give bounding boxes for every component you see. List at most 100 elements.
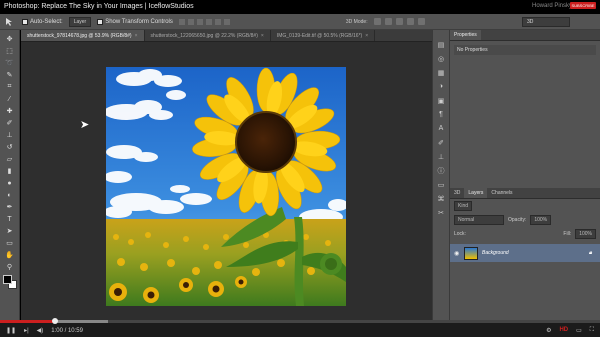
marquee-tool-icon[interactable]: ⬚ [4, 46, 16, 56]
3d-scale-icon[interactable] [417, 18, 425, 25]
options-bar: Auto-Select: Layer Show Transform Contro… [0, 14, 600, 30]
quick-select-tool-icon[interactable]: ✎ [4, 70, 16, 80]
3d-roll-icon[interactable] [384, 18, 392, 25]
pen-tool-icon[interactable]: ✒ [4, 202, 16, 212]
align-middle-icon[interactable] [187, 18, 194, 25]
eraser-tool-icon[interactable]: ▱ [4, 154, 16, 164]
move-tool-icon[interactable] [4, 17, 16, 27]
next-video-icon[interactable]: ▸| [24, 327, 29, 334]
image-canvas[interactable] [106, 67, 346, 306]
info-icon[interactable]: ⓘ [436, 166, 446, 175]
type-tool-icon[interactable]: T [4, 214, 16, 224]
clone-stamp-tool-icon[interactable]: ⊥ [4, 130, 16, 140]
tool-presets-icon[interactable]: ✂ [436, 208, 446, 217]
clone-source-icon[interactable]: ⊥ [436, 152, 446, 161]
crop-tool-icon[interactable]: ⌗ [4, 82, 16, 92]
show-transform-checkbox[interactable] [97, 18, 104, 25]
visibility-eye-icon[interactable]: ◉ [454, 250, 460, 257]
3d-mode-icons [373, 18, 425, 25]
player-right-controls: ⚙ HD ▭ ⛶ [546, 327, 600, 334]
document-tabs: shutterstock_97814678.jpg @ 53.9% (RGB/8… [21, 30, 432, 42]
hand-tool-icon[interactable]: ✋ [4, 250, 16, 260]
tab-3d[interactable]: 3D [450, 188, 464, 198]
play-pause-icon[interactable]: ❚❚ [6, 327, 16, 334]
sunflower-image [106, 67, 346, 306]
document-tab-label: shutterstock_122065650.jpg @ 22.2% (RGB/… [150, 32, 258, 39]
lock-label: Lock: [454, 231, 466, 237]
time-current: 1:00 [51, 327, 63, 334]
dodge-tool-icon[interactable]: ◐ [4, 190, 16, 200]
played-bar [0, 320, 56, 323]
brush-tool-icon[interactable]: ✐ [4, 118, 16, 128]
workspace-dropdown[interactable]: 3D [522, 16, 570, 27]
tab-channels[interactable]: Channels [487, 188, 516, 198]
tab-layers[interactable]: Layers [464, 188, 488, 198]
paragraph-icon[interactable]: ¶ [436, 110, 446, 119]
blur-tool-icon[interactable]: ● [4, 178, 16, 188]
fullscreen-icon[interactable]: ⛶ [590, 327, 594, 334]
healing-tool-icon[interactable]: ✚ [4, 106, 16, 116]
3d-pan-icon[interactable] [395, 18, 403, 25]
close-icon[interactable]: × [365, 33, 368, 39]
time-display: 1:00 / 10:59 [51, 327, 83, 334]
document-tab[interactable]: IMG_0139-Edit.tif @ 50.5% (RGB/16*) × [271, 30, 376, 41]
close-icon[interactable]: × [261, 33, 264, 39]
adjustments-icon[interactable]: ◑ [436, 82, 446, 91]
navigator-icon[interactable]: ⌘ [436, 194, 446, 203]
show-transform-label: Show Transform Controls [105, 18, 173, 25]
properties-panel: No Properties [450, 41, 600, 187]
auto-select-dropdown[interactable]: Layer [68, 16, 92, 27]
layers-panel-header: 3D Layers Channels [450, 188, 600, 199]
document-tab[interactable]: shutterstock_122065650.jpg @ 22.2% (RGB/… [145, 30, 271, 41]
eyedropper-tool-icon[interactable]: ⁄ [4, 94, 16, 104]
fill-label: Fill: [563, 231, 572, 237]
history-brush-tool-icon[interactable]: ↺ [4, 142, 16, 152]
character-icon[interactable]: A [436, 124, 446, 133]
layers-panel: 3D Layers Channels Kind Normal Opacity: … [450, 188, 600, 320]
video-title[interactable]: Photoshop: Replace The Sky in Your Image… [0, 3, 194, 10]
path-select-tool-icon[interactable]: ➤ [4, 226, 16, 236]
video-progress-bar[interactable] [0, 318, 600, 324]
fill-field[interactable]: 100% [575, 229, 596, 239]
no-properties-text: No Properties [454, 45, 596, 55]
subscribe-button[interactable]: SUBSCRIBE [570, 2, 596, 9]
tab-properties[interactable]: Properties [450, 30, 481, 40]
gradient-tool-icon[interactable]: ▮ [4, 166, 16, 176]
align-bottom-icon[interactable] [196, 18, 203, 25]
brush-panel-icon[interactable]: ✐ [436, 138, 446, 147]
blend-row: Normal Opacity: 100% [450, 213, 600, 227]
styles-icon[interactable]: ▣ [436, 96, 446, 105]
3d-slide-icon[interactable] [406, 18, 414, 25]
layer-name[interactable]: Background [482, 250, 509, 256]
align-center-icon[interactable] [214, 18, 221, 25]
hd-badge-icon[interactable]: HD [559, 327, 568, 334]
panel-icon-dock: ▤ ◎ ▦ ◑ ▣ ¶ A ✐ ⊥ ⓘ ▭ ⌘ ✂ [432, 30, 450, 320]
zoom-tool-icon[interactable]: ⚲ [4, 262, 16, 272]
history-icon[interactable]: ▤ [436, 40, 446, 49]
auto-select-checkbox[interactable] [22, 18, 28, 25]
channel-user: Howard Pinsky [531, 3, 572, 9]
settings-gear-icon[interactable]: ⚙ [546, 327, 551, 334]
opacity-field[interactable]: 100% [530, 215, 552, 225]
timeline-icon[interactable]: ▭ [436, 180, 446, 189]
swatches-icon[interactable]: ▦ [436, 68, 446, 77]
shape-tool-icon[interactable]: ▭ [4, 238, 16, 248]
align-right-icon[interactable] [223, 18, 230, 25]
move-tool-icon[interactable]: ✥ [4, 34, 16, 44]
layer-row[interactable]: ◉ Background 🔒︎ [450, 244, 600, 262]
blend-mode-dropdown[interactable]: Normal [454, 215, 504, 225]
lasso-tool-icon[interactable]: ➰ [4, 58, 16, 68]
align-left-icon[interactable] [205, 18, 212, 25]
properties-panel-header: Properties [450, 30, 600, 41]
right-panels: Properties No Properties 3D Layers Chann… [450, 30, 600, 320]
align-top-icon[interactable] [178, 18, 185, 25]
foreground-color-swatch[interactable] [3, 275, 12, 284]
3d-rotate-icon[interactable] [373, 18, 381, 25]
color-icon[interactable]: ◎ [436, 54, 446, 63]
volume-icon[interactable]: ◀) [37, 327, 44, 334]
auto-select-label: Auto-Select: [30, 18, 63, 25]
theater-mode-icon[interactable]: ▭ [576, 327, 582, 334]
layer-kind-filter[interactable]: Kind [454, 201, 473, 211]
document-tab[interactable]: shutterstock_97814678.jpg @ 53.9% (RGB/8… [21, 30, 145, 41]
close-icon[interactable]: × [135, 33, 138, 39]
